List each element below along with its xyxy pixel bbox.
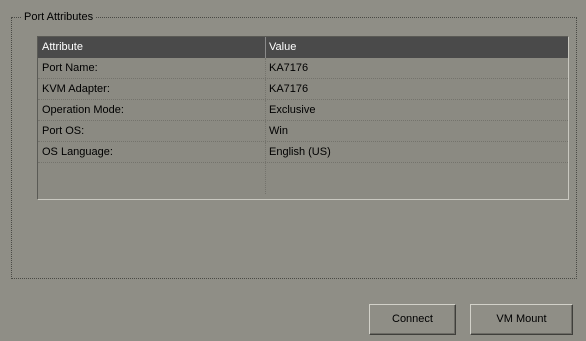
table-row[interactable]: OS Language: English (US) [38,142,568,163]
value-cell: KA7176 [269,83,309,95]
attribute-cell: KVM Adapter: [38,79,266,99]
table-header-row: Attribute Value [38,37,568,58]
table-row[interactable]: Operation Mode: Exclusive [38,100,568,121]
attribute-cell: Operation Mode: [38,100,266,120]
attribute-cell: Port Name: [38,58,266,78]
table-row[interactable]: Port OS: Win [38,121,568,142]
table-empty-row [38,163,568,194]
value-cell: Exclusive [269,104,316,116]
empty-value-cell [266,163,568,194]
empty-attribute-cell [38,163,266,194]
value-cell: English (US) [269,146,331,158]
attributes-table: Attribute Value Port Name: KA7176 KVM Ad… [37,36,569,200]
table-row[interactable]: KVM Adapter: KA7176 [38,79,568,100]
vm-mount-button[interactable]: VM Mount [470,304,573,335]
column-header-value[interactable]: Value [266,37,568,58]
groupbox-title: Port Attributes [22,10,96,24]
attribute-cell: OS Language: [38,142,266,162]
connect-button[interactable]: Connect [369,304,456,335]
value-cell: Win [269,125,288,137]
attribute-cell: Port OS: [38,121,266,141]
column-header-attribute[interactable]: Attribute [38,37,266,58]
table-row[interactable]: Port Name: KA7176 [38,58,568,79]
value-cell: KA7176 [269,62,309,74]
